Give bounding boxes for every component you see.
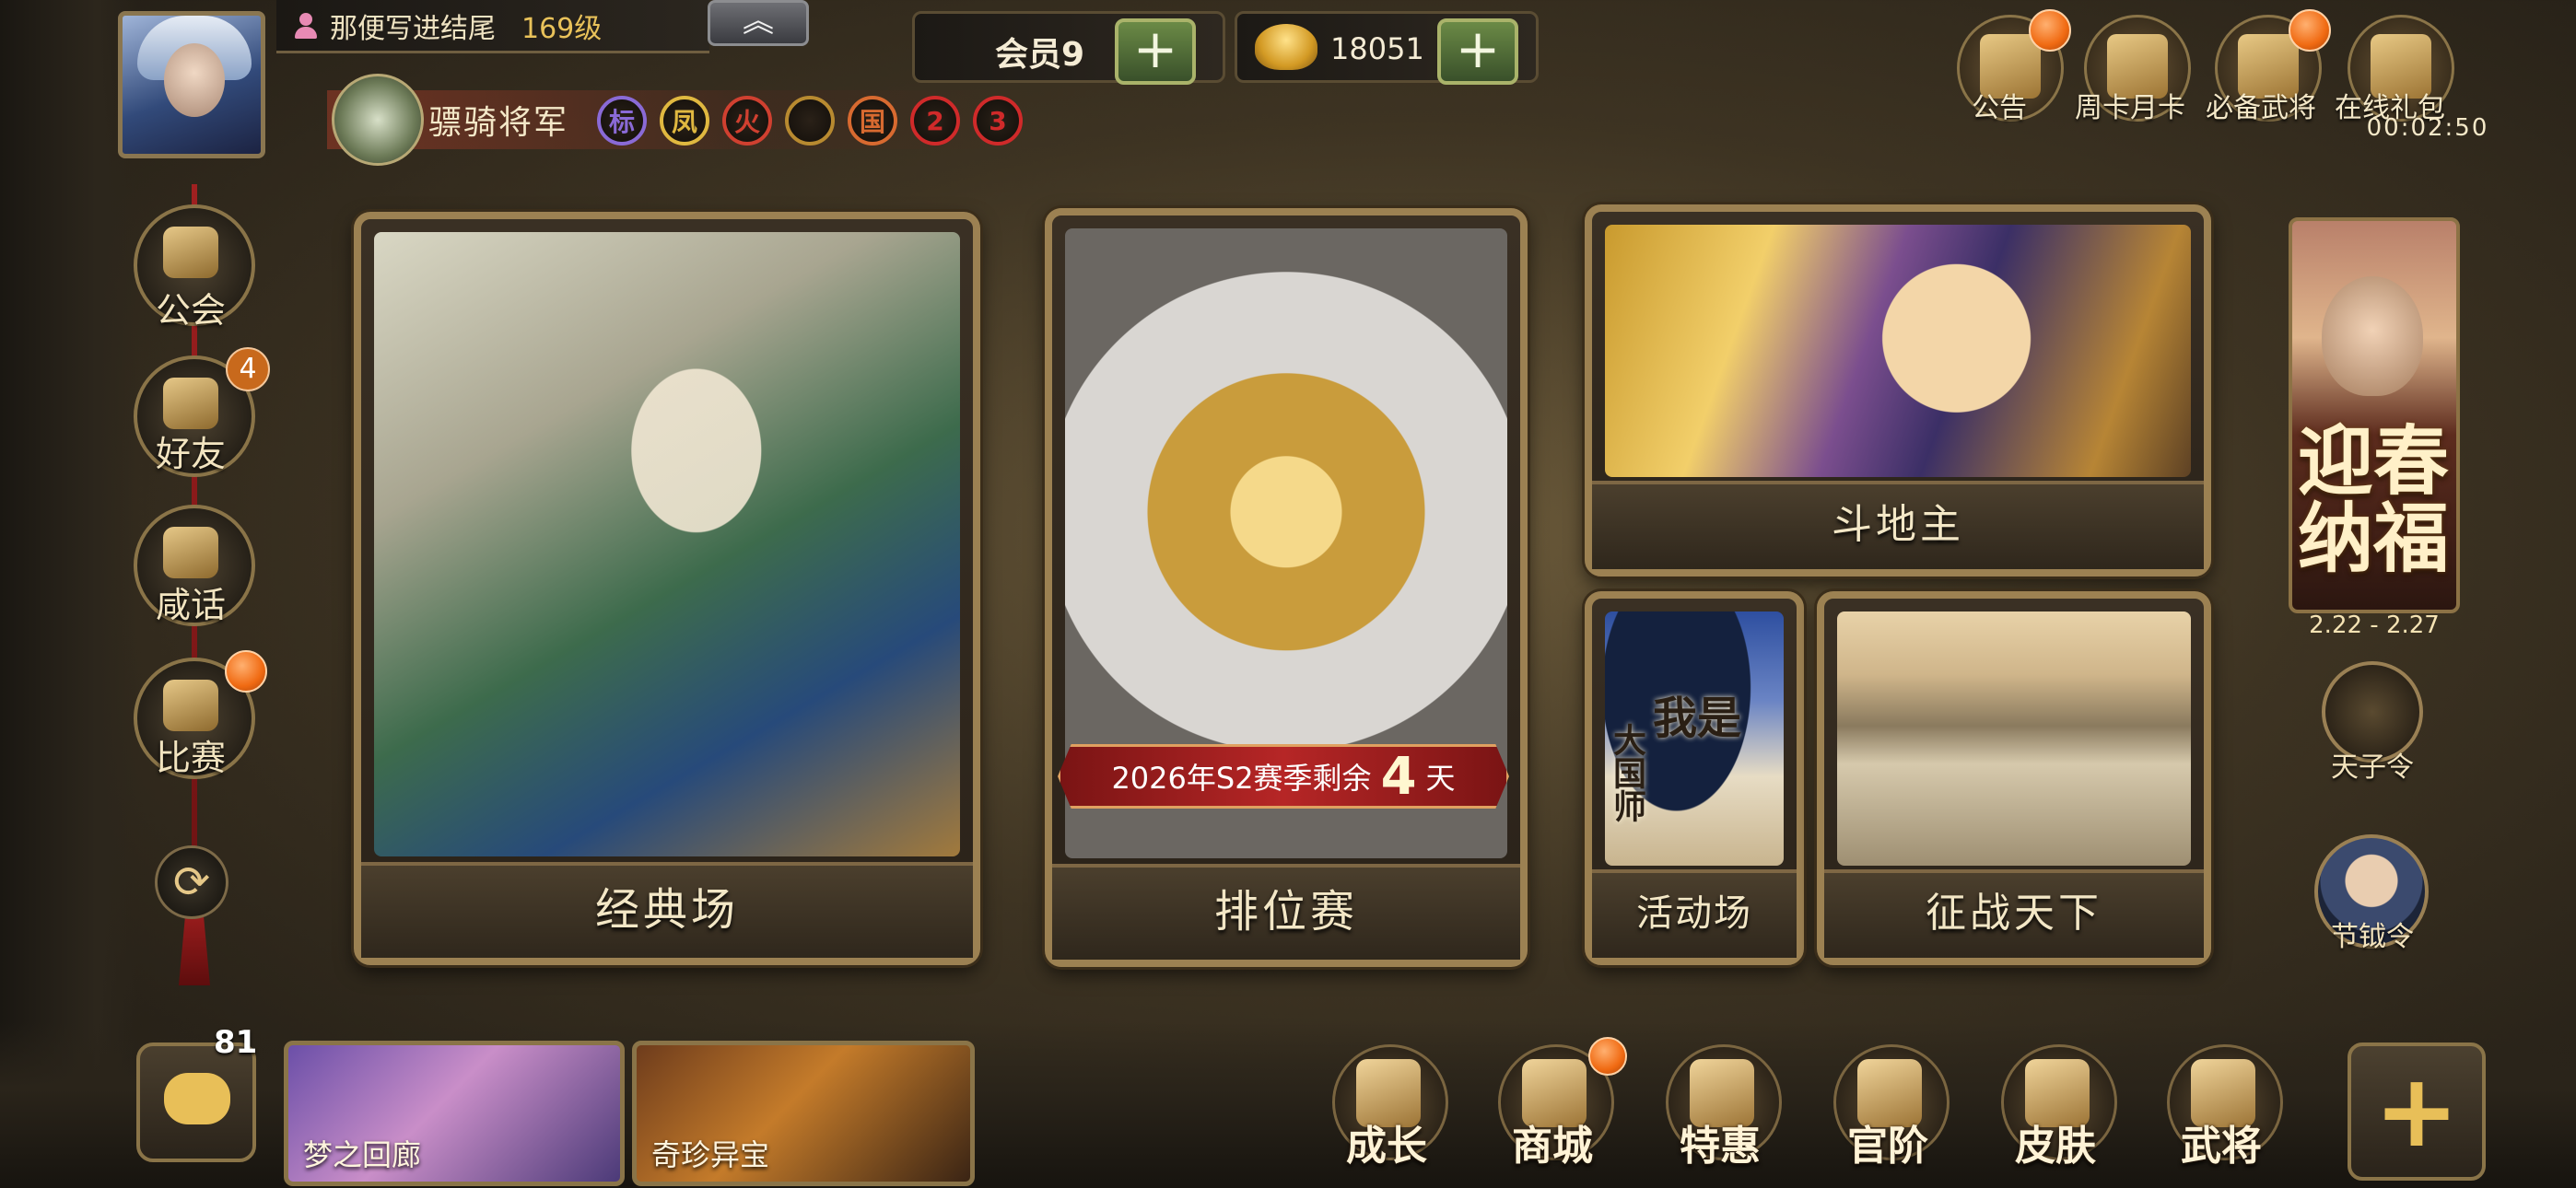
festival-portrait <box>2322 276 2423 396</box>
card-label: 周卡月卡 <box>2075 92 2185 124</box>
conquest-mode-card[interactable]: 征战天下 <box>1817 591 2211 965</box>
treasure-label: 奇珍异宝 <box>651 1137 770 1172</box>
conquest-mode-art <box>1837 611 2191 866</box>
generals-label: 武将 <box>2181 1123 2262 1170</box>
shop-label: 商城 <box>1512 1123 1593 1170</box>
gold-ingot-icon <box>1255 24 1317 70</box>
event-caption-sub: 大国师 <box>1608 723 1645 822</box>
player-avatar[interactable] <box>118 11 265 158</box>
online-gift-timer: 00:02:50 <box>2366 114 2489 142</box>
classic-mode-label: 经典场 <box>361 862 973 958</box>
friends-count-badge: 4 <box>226 347 270 391</box>
essential-generals-dot <box>2289 9 2331 52</box>
emoji-icon <box>163 527 218 578</box>
friends-icon <box>163 378 218 429</box>
title-badge[interactable] <box>785 96 835 146</box>
vip-label: 会员9 <box>995 36 1085 74</box>
tianzi-order-label: 天子令 <box>2331 751 2414 784</box>
event-mode-label: 活动场 <box>1592 869 1797 958</box>
announcement-label: 公告 <box>1972 92 2027 124</box>
collapse-button[interactable]: ︽ <box>708 0 809 46</box>
match-label: 比赛 <box>155 738 226 778</box>
season-banner-prefix: 2026年S2赛季剩余 <box>1111 761 1372 796</box>
guild-icon <box>163 227 218 278</box>
title-badge[interactable]: 国 <box>848 96 897 146</box>
classic-mode-card[interactable]: 经典场 <box>354 212 980 965</box>
conquest-mode-label: 征战天下 <box>1824 869 2204 958</box>
gold-value: 18051 <box>1330 31 1424 66</box>
chat-unread-count: 81 <box>214 1024 258 1061</box>
landlord-mode-card[interactable]: 斗地主 <box>1585 204 2211 577</box>
vip-add-button[interactable]: + <box>1115 18 1196 85</box>
dream-corridor-label: 梦之回廊 <box>303 1137 422 1172</box>
chat-emoji-label: 咸话 <box>155 585 226 625</box>
player-level: 169级 <box>521 12 603 45</box>
rank-title: 骠骑将军 <box>428 104 569 142</box>
landlord-mode-label: 斗地主 <box>1592 481 2204 569</box>
season-banner-suffix: 天 <box>1425 761 1456 796</box>
match-dot <box>225 650 267 693</box>
gold-add-button[interactable]: + <box>1437 18 1518 85</box>
classic-mode-art <box>374 232 960 856</box>
official-rank-label: 官阶 <box>1847 1123 1928 1170</box>
shop-dot <box>1588 1037 1627 1076</box>
dream-corridor-promo[interactable]: 梦之回廊 <box>284 1041 625 1186</box>
ranked-mode-label: 排位赛 <box>1052 864 1520 960</box>
title-badge[interactable]: 3 <box>973 96 1023 146</box>
left-frame <box>0 0 138 1188</box>
announcement-dot <box>2029 9 2071 52</box>
title-badge[interactable]: 标 <box>597 96 647 146</box>
user-icon <box>295 12 317 39</box>
title-badge[interactable]: 凤 <box>660 96 709 146</box>
jieyue-order-label: 节钺令 <box>2331 921 2414 953</box>
title-badge[interactable]: 火 <box>722 96 772 146</box>
expand-menu-button[interactable]: + <box>2348 1042 2486 1181</box>
guild-label: 公会 <box>155 290 226 331</box>
growth-label: 成长 <box>1346 1123 1427 1170</box>
friends-label: 好友 <box>155 434 226 474</box>
season-days-remaining: 4 <box>1380 746 1417 807</box>
player-name-bar: 那便写进结尾 169级 <box>276 0 709 53</box>
skin-label: 皮肤 <box>2015 1123 2096 1170</box>
chat-bubble-icon <box>164 1073 230 1124</box>
refresh-button[interactable]: ⟳ <box>155 845 228 919</box>
title-badge[interactable]: 2 <box>910 96 960 146</box>
landlord-mode-art <box>1605 225 2191 477</box>
swords-icon <box>163 680 218 731</box>
rank-emblem-icon[interactable] <box>332 74 424 166</box>
festival-title: 迎春纳福 <box>2297 418 2449 583</box>
event-caption: 我是 <box>1653 693 1742 744</box>
festival-dates: 2.22 - 2.27 <box>2309 611 2440 639</box>
season-banner: 2026年S2赛季剩余 4 天 <box>1058 744 1509 809</box>
avatar-face <box>164 43 225 117</box>
sale-label: 特惠 <box>1680 1123 1761 1170</box>
player-name: 那便写进结尾 <box>330 12 496 45</box>
treasure-promo[interactable]: 奇珍异宝 <box>632 1041 975 1186</box>
ranked-mode-card[interactable]: 排位赛 <box>1045 208 1528 967</box>
